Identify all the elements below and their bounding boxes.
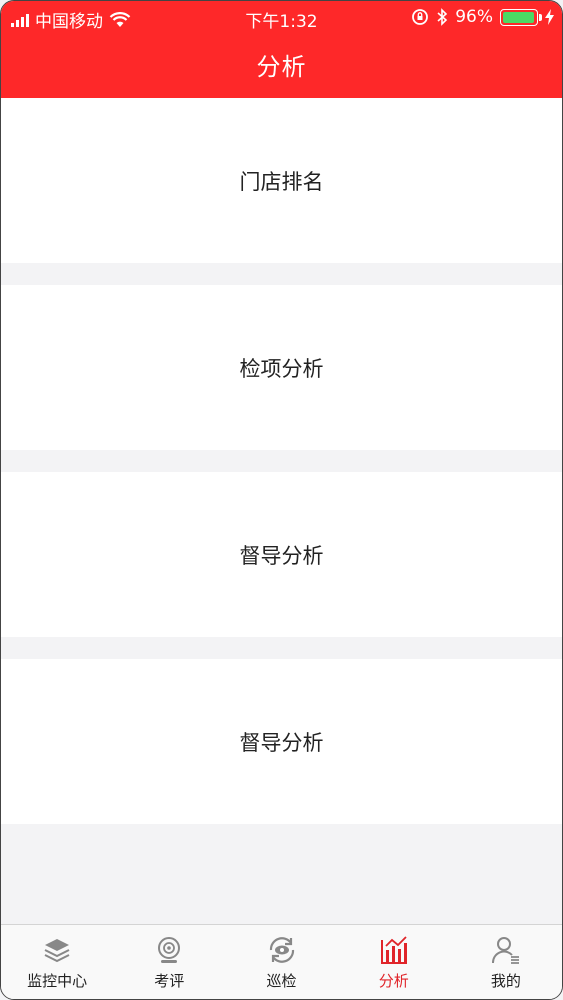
bar-chart-icon [380, 936, 407, 964]
card-label: 检项分析 [239, 356, 324, 381]
header: 中国移动 下午1:32 96% 分析 [1, 1, 562, 98]
status-right: 96% [411, 7, 554, 27]
status-bar: 中国移动 下午1:32 96% [1, 1, 562, 35]
tab-monitor-center[interactable]: 监控中心 [1, 925, 113, 999]
layers-icon [44, 939, 70, 963]
rotation-lock-icon [412, 9, 429, 25]
card-store-ranking[interactable]: 门店排名 [1, 98, 562, 263]
tab-label: 考评 [154, 972, 185, 990]
page-title: 分析 [256, 53, 307, 81]
analysis-list: 门店排名 检项分析 督导分析 督导分析 [1, 98, 562, 824]
card-label: 督导分析 [239, 730, 324, 755]
tab-evaluation[interactable]: 考评 [113, 925, 225, 999]
tab-label: 分析 [378, 972, 409, 990]
battery-icon [500, 8, 542, 26]
tab-label: 监控中心 [27, 972, 88, 990]
divider [1, 450, 562, 472]
tab-label: 我的 [490, 972, 521, 990]
bluetooth-icon [437, 8, 448, 26]
charging-icon [545, 9, 554, 25]
user-icon [491, 937, 519, 964]
tab-label: 巡检 [266, 972, 297, 990]
patrol-icon [269, 937, 294, 963]
tab-patrol[interactable]: 巡检 [225, 925, 337, 999]
battery-percent: 96% [455, 7, 493, 27]
card-supervision-analysis-2[interactable]: 督导分析 [1, 659, 562, 824]
battery-fill [503, 11, 534, 23]
tab-mine[interactable]: 我的 [450, 925, 562, 999]
card-label: 门店排名 [239, 169, 324, 194]
webcam-icon [158, 937, 181, 963]
tab-bar: 监控中心 考评 巡检 分析 我的 [1, 924, 562, 999]
divider [1, 263, 562, 285]
divider [1, 637, 562, 659]
card-inspection-item-analysis[interactable]: 检项分析 [1, 285, 562, 450]
card-label: 督导分析 [239, 543, 324, 568]
card-supervision-analysis[interactable]: 督导分析 [1, 472, 562, 637]
app-screen: 中国移动 下午1:32 96% 分析 门店排名 检项分析 督导分析 督导分析 监… [0, 0, 563, 1000]
tab-analysis[interactable]: 分析 [338, 925, 450, 999]
